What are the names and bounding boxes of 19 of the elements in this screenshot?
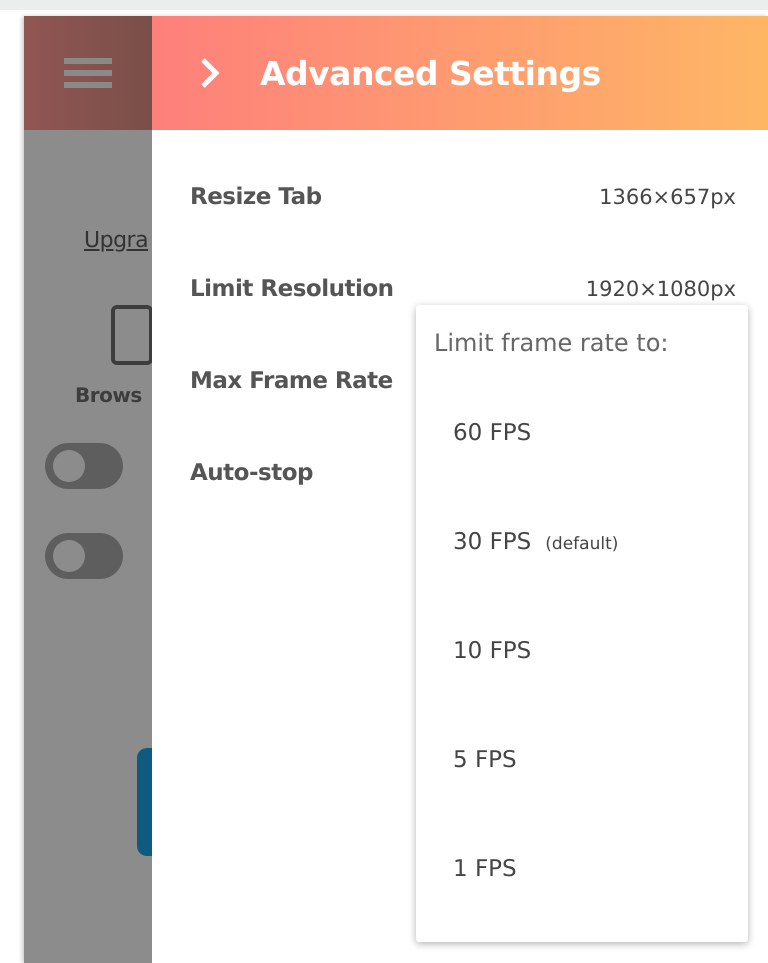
menu-option[interactable]: 1 FPS — [416, 849, 748, 958]
panel-title: Advanced Settings — [260, 54, 601, 92]
setting-label: Auto-stop — [190, 460, 313, 486]
menu-icon[interactable] — [64, 56, 112, 90]
menu-option[interactable]: 5 FPS — [416, 740, 748, 849]
setting-label: Limit Resolution — [190, 276, 394, 302]
setting-label: Resize Tab — [190, 184, 322, 210]
setting-value[interactable]: 1366×657px — [599, 185, 736, 209]
toggle-switch[interactable] — [45, 533, 123, 579]
setting-label: Max Frame Rate — [190, 368, 393, 394]
menu-option[interactable]: 10 FPS — [416, 631, 748, 740]
chevron-icon[interactable] — [200, 57, 220, 89]
source-label: Brows — [75, 383, 142, 407]
menu-heading: Limit frame rate to: — [433, 329, 670, 359]
setting-value[interactable]: 1920×1080px — [586, 277, 736, 301]
menu-option[interactable]: 60 FPS — [416, 413, 748, 522]
toggle-switch[interactable] — [45, 443, 123, 489]
upgrade-link[interactable]: Upgra — [84, 228, 148, 253]
menu-option[interactable]: 30 FPS (default) — [416, 522, 748, 631]
